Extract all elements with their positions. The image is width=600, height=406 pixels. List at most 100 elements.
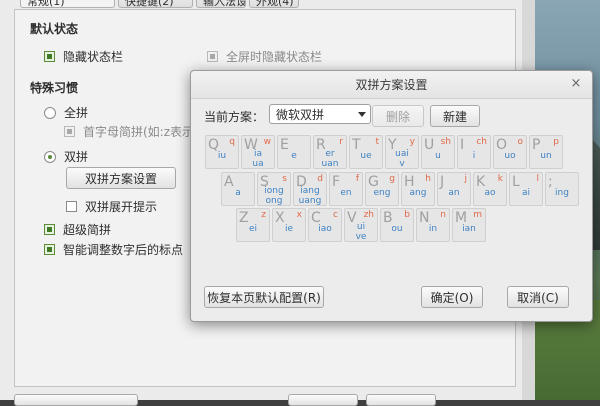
shuangpin-scheme-dialog: 双拼方案设置 × 当前方案： 删除 新建 Qq iu Ww ia ua Ee Rr er uan…	[190, 70, 593, 322]
scheme-select-value: 微软双拼	[276, 107, 325, 122]
key-final-line: ie	[284, 224, 294, 234]
key-final-line: e	[291, 151, 297, 161]
tab-label: 快捷键(2)	[125, 0, 174, 8]
key-initial: p	[553, 137, 559, 147]
key-initial: x	[296, 210, 302, 220]
keyboard-key: Pp un	[529, 135, 563, 169]
tab-label: 外观(4)	[256, 0, 294, 8]
initial-jianpin-checkbox[interactable]	[64, 126, 75, 137]
key-final-line: in	[428, 224, 438, 234]
bottom-button[interactable]	[14, 394, 138, 406]
key-initial: z	[261, 210, 266, 220]
key-final-line: a	[235, 188, 241, 198]
shuangpin-option[interactable]: 双拼	[44, 148, 88, 165]
keyboard-key: Ww ia ua	[241, 135, 275, 169]
tab-ime-settings[interactable]: 输入法设置(3)	[196, 0, 246, 8]
restore-defaults-button[interactable]: 恢复本页默认配置(R)	[204, 286, 324, 308]
tab-label: 输入法设置(3)	[203, 0, 246, 8]
tab-shortcuts[interactable]: 快捷键(2)	[118, 0, 193, 8]
key-final-line: ao	[484, 188, 496, 198]
tab-general[interactable]: 常规(1)	[20, 0, 115, 8]
hide-statusbar-option[interactable]: 隐藏状态栏	[44, 48, 123, 65]
tab-label: 常规(1)	[27, 0, 65, 8]
quanpin-label: 全拼	[64, 106, 89, 120]
quanpin-option[interactable]: 全拼	[44, 104, 88, 121]
key-final: un	[530, 151, 562, 161]
key-final: in	[417, 224, 449, 234]
shuangpin-radio[interactable]	[44, 150, 56, 163]
fullscreen-hide-statusbar-checkbox[interactable]	[207, 51, 218, 62]
smart-punct-checkbox[interactable]	[44, 244, 55, 255]
key-final-line: ei	[248, 224, 258, 234]
initial-jianpin-option[interactable]: 首字母简拼(如:z表示	[64, 123, 194, 140]
key-final: u	[422, 151, 454, 161]
hide-statusbar-checkbox[interactable]	[44, 51, 55, 62]
key-final: ue	[350, 151, 382, 161]
key-final-line: en	[340, 188, 352, 198]
key-initial: q	[229, 137, 235, 147]
ok-button[interactable]: 确定(O)	[421, 286, 483, 308]
fullscreen-hide-statusbar-label: 全屏时隐藏状态栏	[226, 50, 323, 64]
key-final-line: an	[448, 188, 460, 198]
key-initial: c	[333, 210, 338, 220]
key-final: ian	[453, 224, 485, 234]
keyboard-key: Jj an	[437, 172, 471, 206]
key-final-line: ang	[409, 188, 427, 198]
dialog-title: 双拼方案设置	[191, 71, 592, 99]
initial-jianpin-label: 首字母简拼(如:z表示	[83, 125, 195, 139]
key-initial: t	[375, 137, 379, 147]
key-final: an	[438, 188, 470, 198]
key-final-line: ui	[356, 222, 366, 232]
keyboard-key: Rr er uan	[313, 135, 347, 169]
keyboard-key: Ush u	[421, 135, 455, 169]
key-final: ao	[474, 188, 506, 198]
key-initial: zh	[363, 210, 374, 220]
keyboard-key: ; ing	[545, 172, 579, 206]
keyboard-key: Yy uai v	[385, 135, 419, 169]
key-final-line: uan	[321, 159, 339, 169]
key-initial: o	[517, 137, 523, 147]
super-jianpin-checkbox[interactable]	[44, 224, 55, 235]
key-final: iong ong	[258, 186, 290, 206]
keyboard-key: Qq iu	[205, 135, 239, 169]
smart-punct-label: 智能调整数字后的标点	[63, 243, 184, 257]
quanpin-radio[interactable]	[44, 106, 56, 119]
shuangpin-settings-button[interactable]: 双拼方案设置	[66, 167, 176, 189]
key-final: ui ve	[345, 222, 377, 242]
key-final: iu	[206, 151, 238, 161]
fullscreen-hide-statusbar-option[interactable]: 全屏时隐藏状态栏	[207, 48, 322, 65]
key-initial: j	[464, 174, 467, 184]
shuangpin-expand-hint-checkbox[interactable]	[66, 201, 77, 212]
close-icon[interactable]: ×	[568, 76, 584, 92]
key-final-line: iu	[217, 151, 227, 161]
super-jianpin-label: 超级简拼	[63, 223, 112, 237]
shuangpin-expand-hint-option[interactable]: 双拼展开提示	[66, 198, 157, 215]
cancel-button[interactable]: 取消(C)	[507, 286, 569, 308]
key-final: ai	[510, 188, 542, 198]
key-final: eng	[366, 188, 398, 198]
keyboard-key: Nn in	[416, 208, 450, 242]
key-final-line: iang	[300, 186, 320, 196]
key-initial: n	[440, 210, 446, 220]
keyboard-key: Gg eng	[365, 172, 399, 206]
bottom-button[interactable]	[366, 394, 436, 406]
keyboard-key: Tt ue	[349, 135, 383, 169]
key-final-line: eng	[373, 188, 391, 198]
key-final-line: iao	[318, 224, 332, 234]
key-initial: sh	[440, 137, 451, 147]
keyboard-key: Zz ei	[236, 208, 270, 242]
key-final-line: u	[435, 151, 441, 161]
tab-appearance[interactable]: 外观(4)	[249, 0, 299, 8]
new-button[interactable]: 新建	[430, 105, 480, 127]
key-final-line: ai	[521, 188, 530, 198]
scheme-select[interactable]: 微软双拼	[269, 104, 371, 124]
keyboard-key: Cc iao	[308, 208, 342, 242]
smart-punct-option[interactable]: 智能调整数字后的标点	[44, 241, 183, 258]
super-jianpin-option[interactable]: 超级简拼	[44, 221, 111, 238]
delete-button[interactable]: 删除	[372, 105, 424, 127]
key-final-line: ou	[391, 224, 403, 234]
bottom-button[interactable]	[288, 394, 358, 406]
keyboard-key: Dd iang uang	[293, 172, 327, 206]
key-final-line: i	[472, 151, 476, 161]
keyboard-key: Mm ian	[452, 208, 486, 242]
